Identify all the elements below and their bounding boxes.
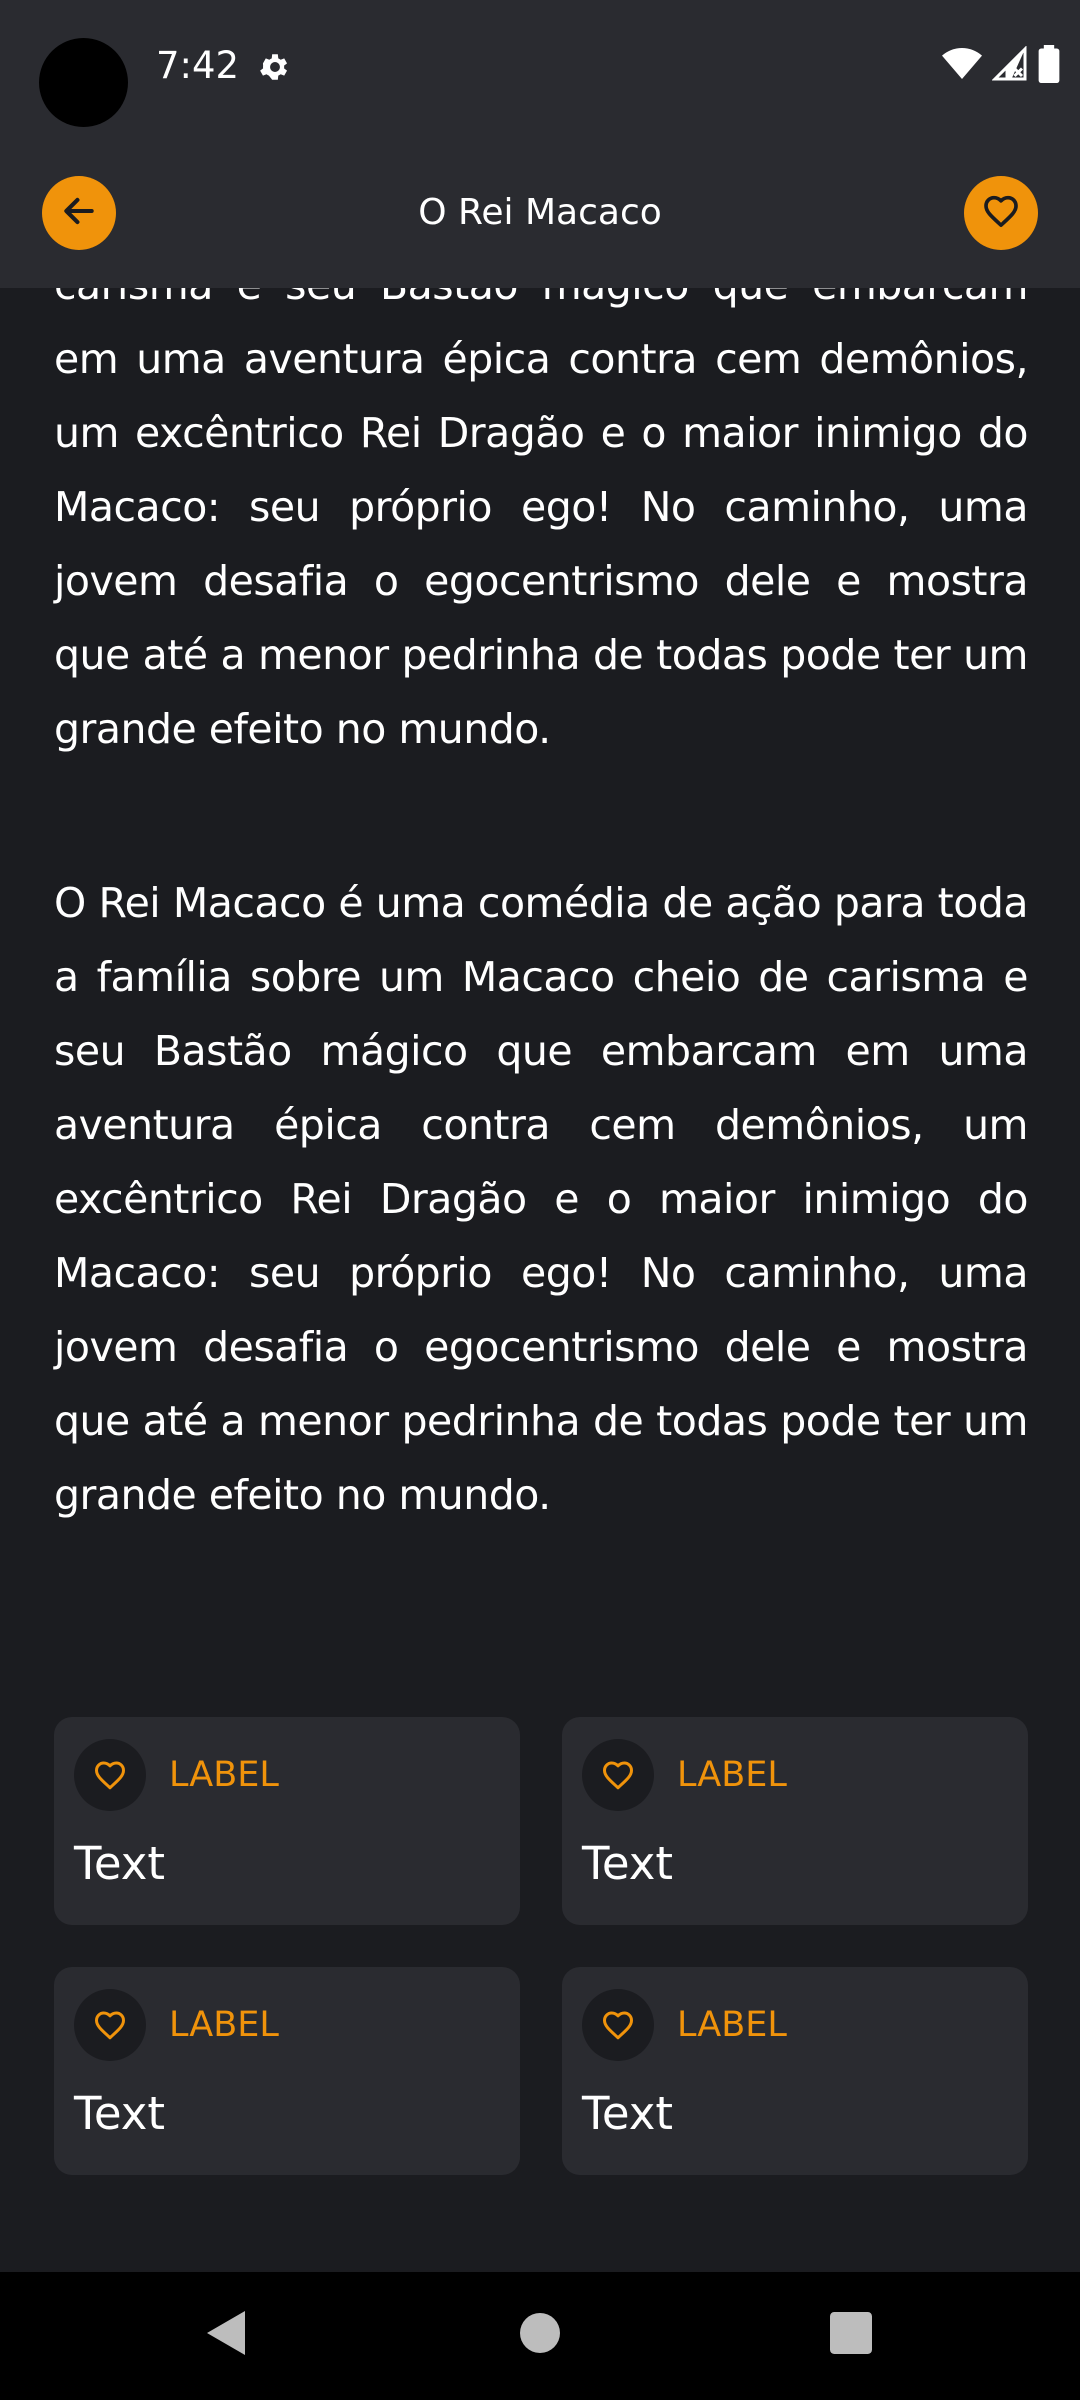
content-scroll[interactable]: carisma e seu Bastão mágico que embarcam… (0, 288, 1080, 2272)
heart-outline-icon (582, 1989, 654, 2061)
card-text: Text (582, 1837, 674, 1890)
heart-outline-icon (981, 191, 1021, 236)
camera-cutout (39, 38, 128, 127)
top-app-bar: O Rei Macaco (0, 136, 1080, 288)
wifi-icon (942, 47, 982, 86)
page-title: O Rei Macaco (418, 192, 662, 233)
heart-outline-icon (74, 1989, 146, 2061)
info-card-grid: LABEL Text LABEL Text LABEL Text LABEL T… (54, 1717, 1028, 2175)
info-card[interactable]: LABEL Text (562, 1717, 1028, 1925)
nav-home-icon (520, 2312, 560, 2358)
card-label: LABEL (677, 1755, 787, 1795)
battery-icon (1038, 44, 1060, 88)
card-label: LABEL (169, 2005, 279, 2045)
card-text: Text (74, 1837, 166, 1890)
heart-outline-icon (74, 1739, 146, 1811)
settings-gear-icon (258, 50, 292, 84)
info-card[interactable]: LABEL Text (54, 1967, 520, 2175)
status-time: 7:42 (156, 44, 240, 87)
description-paragraph: carisma e seu Bastão mágico que embarcam… (54, 288, 1029, 753)
system-nav-bar (0, 2272, 1080, 2400)
system-icons (942, 44, 1060, 88)
info-card[interactable]: LABEL Text (562, 1967, 1028, 2175)
status-bar: 7:42 (0, 0, 1080, 136)
nav-recents-icon (830, 2311, 872, 2359)
nav-home-button[interactable] (507, 2302, 573, 2368)
card-label: LABEL (169, 1755, 279, 1795)
nav-recents-button[interactable] (818, 2302, 884, 2368)
card-label: LABEL (677, 2005, 787, 2045)
heart-outline-icon (582, 1739, 654, 1811)
back-button[interactable] (42, 176, 116, 250)
nav-back-icon (205, 2309, 249, 2362)
signal-icon (991, 44, 1028, 87)
card-text: Text (74, 2087, 166, 2140)
arrow-left-icon (60, 192, 98, 235)
nav-back-button[interactable] (194, 2302, 260, 2368)
card-text: Text (582, 2087, 674, 2140)
favorite-button[interactable] (964, 176, 1038, 250)
info-card[interactable]: LABEL Text (54, 1717, 520, 1925)
description-paragraph: O Rei Macaco é uma comédia de ação para … (54, 879, 1029, 1519)
